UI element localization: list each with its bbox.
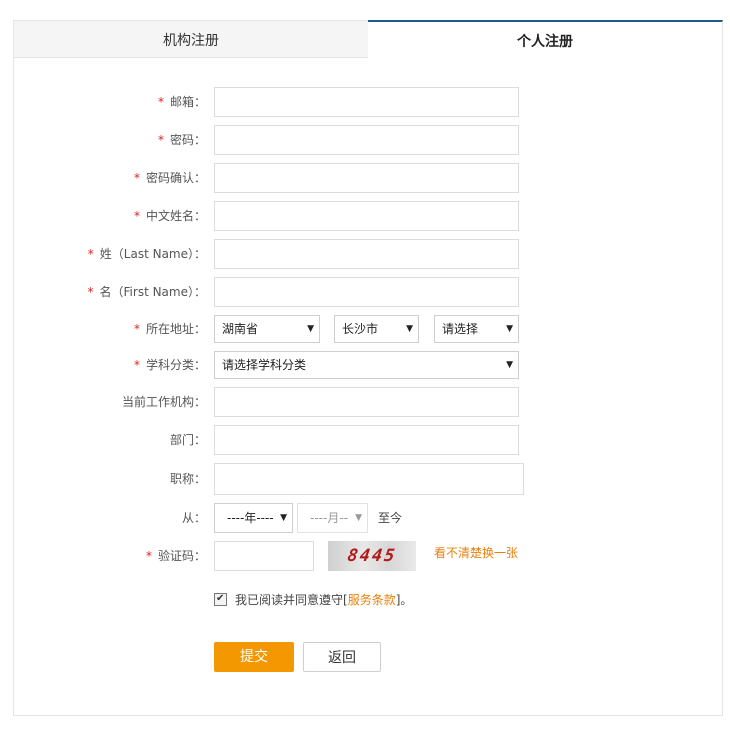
password-input[interactable]: [214, 125, 519, 155]
dept-input[interactable]: [214, 425, 519, 455]
checkmark-icon[interactable]: [214, 591, 227, 607]
from-row: 从： ----年---- ▼ ----月-- ▼ 至今: [0, 503, 730, 533]
address-label-text: 所在地址：: [145, 322, 206, 336]
password-label-text: 密码：: [169, 133, 206, 147]
captcha-row: * 验证码： 8445 看不清楚换一张: [0, 541, 730, 571]
last-name-label-text: 姓（Last Name）：: [99, 247, 206, 261]
first-name-input[interactable]: [214, 277, 519, 307]
month-select[interactable]: ----月-- ▼: [297, 503, 368, 533]
captcha-label: * 验证码：: [146, 541, 206, 571]
confirm-label-text: 密码确认：: [145, 171, 206, 185]
city-select[interactable]: 长沙市 ▼: [334, 315, 419, 343]
to-present-text: 至今: [378, 511, 403, 525]
confirm-label: * 密码确认：: [134, 163, 206, 193]
dept-row: 部门：: [0, 425, 730, 455]
subject-select[interactable]: 请选择学科分类 ▼: [214, 351, 519, 379]
last-name-input[interactable]: [214, 239, 519, 269]
city-value: 长沙市: [342, 322, 379, 336]
back-button[interactable]: 返回: [303, 642, 381, 672]
required-mark: *: [133, 209, 140, 223]
required-mark: *: [133, 322, 140, 336]
required-mark: *: [133, 358, 140, 372]
email-row: * 邮箱：: [0, 87, 730, 117]
agree-text: 我已阅读并同意遵守[: [235, 593, 348, 607]
tab-bar: 机构注册 个人注册: [13, 20, 723, 58]
agree-suffix: ]。: [395, 593, 413, 607]
captcha-refresh-link[interactable]: 看不清楚换一张: [434, 538, 518, 568]
cn-name-input[interactable]: [214, 201, 519, 231]
district-select[interactable]: 请选择 ▼: [434, 315, 519, 343]
triangle-down-icon: ▼: [506, 324, 513, 334]
required-mark: *: [157, 133, 164, 147]
first-name-label: * 名（First Name）：: [88, 277, 206, 307]
subject-value: 请选择学科分类: [222, 358, 307, 372]
cn-name-row: * 中文姓名：: [0, 201, 730, 231]
title-input[interactable]: [214, 463, 524, 495]
year-value: ----年----: [227, 511, 274, 525]
from-label: 从：: [181, 511, 206, 525]
email-label-text: 邮箱：: [169, 95, 206, 109]
required-mark: *: [87, 247, 94, 261]
email-input[interactable]: [214, 87, 519, 117]
address-row: * 所在地址： 湖南省 ▼ 长沙市 ▼ 请选择 ▼: [0, 315, 730, 345]
password-label: * 密码：: [158, 125, 206, 155]
required-mark: *: [145, 549, 152, 563]
last-name-label: * 姓（Last Name）：: [88, 239, 206, 269]
first-name-label-text: 名（First Name）：: [99, 285, 206, 299]
triangle-down-icon: ▼: [506, 360, 513, 370]
triangle-down-icon: ▼: [280, 513, 287, 523]
subject-label-text: 学科分类：: [145, 358, 206, 372]
required-mark: *: [157, 95, 164, 109]
org-label: 当前工作机构：: [121, 395, 206, 409]
captcha-image[interactable]: 8445: [328, 541, 416, 571]
subject-label: * 学科分类：: [134, 351, 206, 379]
address-label: * 所在地址：: [134, 315, 206, 343]
password-row: * 密码：: [0, 125, 730, 155]
month-value: ----月--: [310, 511, 348, 525]
triangle-down-icon: ▼: [307, 324, 314, 334]
province-value: 湖南省: [222, 322, 259, 336]
required-mark: *: [133, 171, 140, 185]
triangle-down-icon: ▼: [355, 513, 362, 523]
terms-link[interactable]: 服务条款: [348, 593, 396, 607]
confirm-row: * 密码确认：: [0, 163, 730, 193]
dept-label: 部门：: [169, 433, 206, 447]
captcha-image-text: 8445: [346, 546, 398, 566]
org-input[interactable]: [214, 387, 519, 417]
email-label: * 邮箱：: [158, 87, 206, 117]
district-value: 请选择: [442, 322, 479, 336]
first-name-row: * 名（First Name）：: [0, 277, 730, 307]
last-name-row: * 姓（Last Name）：: [0, 239, 730, 269]
confirm-password-input[interactable]: [214, 163, 519, 193]
agreement: 我已阅读并同意遵守[服务条款]。: [214, 591, 413, 608]
cn-name-label-text: 中文姓名：: [145, 209, 206, 223]
title-row: 职称：: [0, 463, 730, 495]
tab-org-register[interactable]: 机构注册: [13, 20, 368, 58]
org-row: 当前工作机构：: [0, 387, 730, 417]
submit-button[interactable]: 提交: [214, 642, 294, 672]
required-mark: *: [87, 285, 94, 299]
province-select[interactable]: 湖南省 ▼: [214, 315, 320, 343]
captcha-input[interactable]: [214, 541, 314, 571]
triangle-down-icon: ▼: [406, 324, 413, 334]
year-select[interactable]: ----年---- ▼: [214, 503, 293, 533]
tab-personal-register[interactable]: 个人注册: [368, 20, 723, 58]
subject-row: * 学科分类： 请选择学科分类 ▼: [0, 351, 730, 381]
cn-name-label: * 中文姓名：: [134, 201, 206, 231]
captcha-label-text: 验证码：: [157, 549, 206, 563]
title-label: 职称：: [169, 472, 206, 486]
